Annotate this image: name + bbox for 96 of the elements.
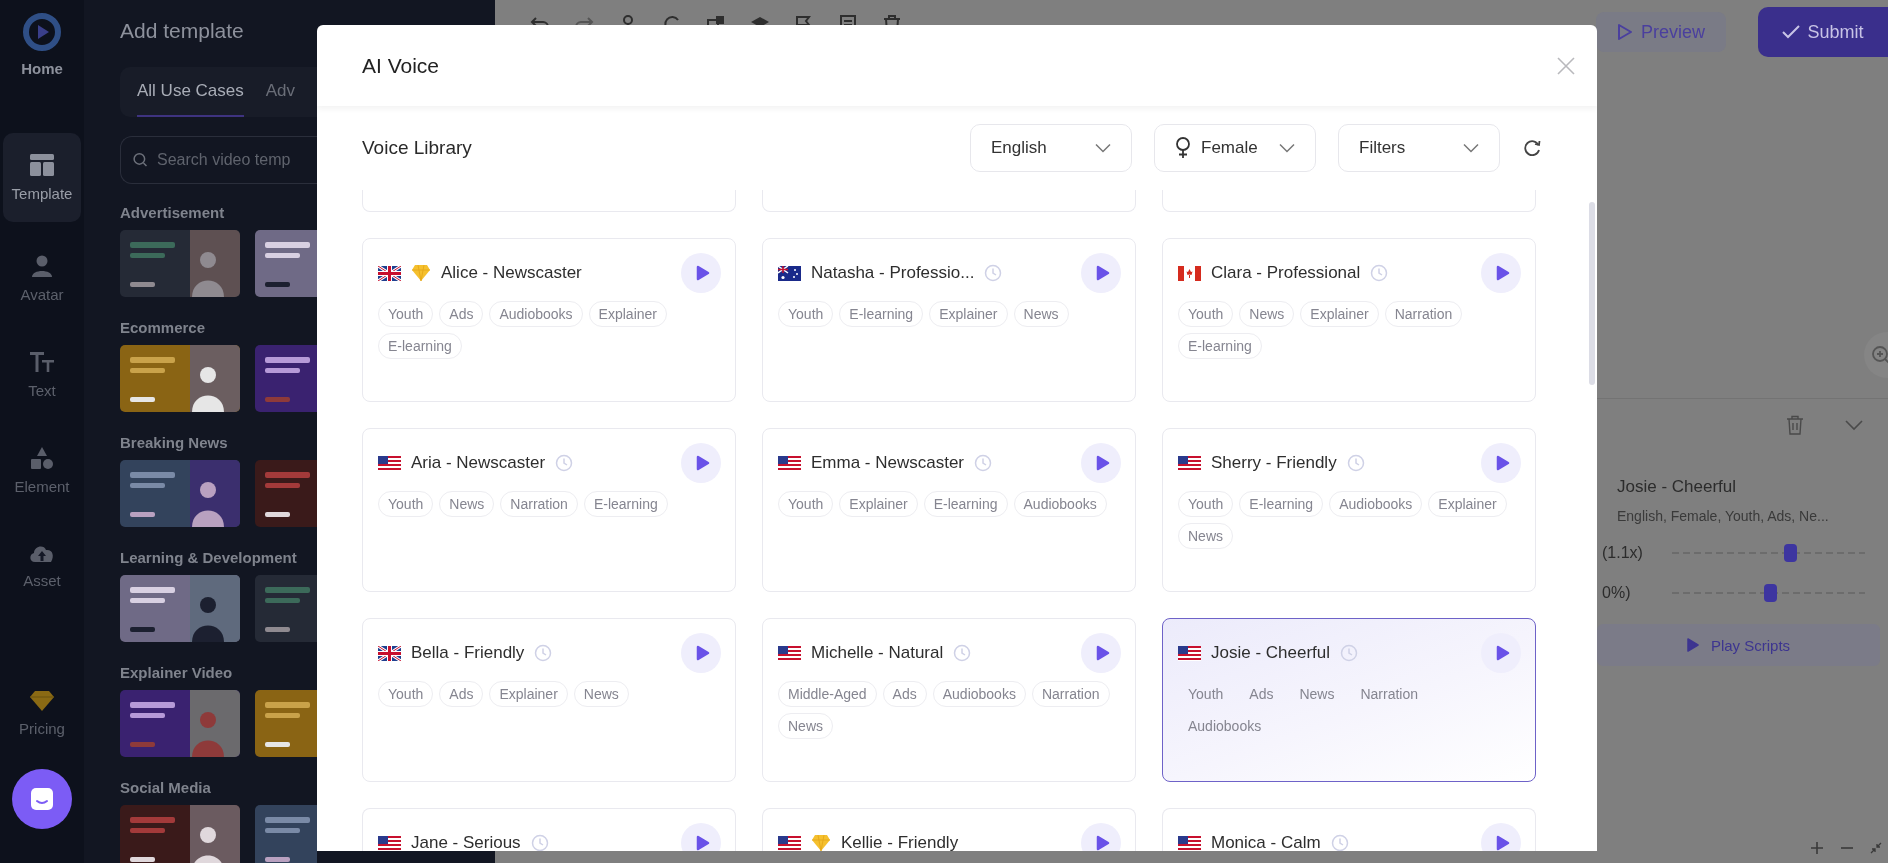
chat-icon <box>28 785 56 813</box>
voice-name: Natasha - Professio... <box>811 263 975 283</box>
section-title: Ecommerce <box>120 319 207 336</box>
voice-name: Josie - Cheerful <box>1211 643 1331 663</box>
category-label: Narration <box>1359 685 1420 704</box>
play-button[interactable] <box>681 823 721 851</box>
scrollbar[interactable] <box>1589 202 1595 385</box>
chevron-down-icon <box>1095 143 1111 153</box>
voice-card[interactable]: Jane - Serious <box>362 808 736 851</box>
library-title: Voice Library <box>362 137 472 159</box>
section-title: Breaking News <box>120 434 229 451</box>
category-label: Youth <box>1187 685 1225 704</box>
category-tab[interactable]: All Use Cases <box>137 67 244 117</box>
slider-handle[interactable] <box>1783 544 1797 562</box>
voice-card[interactable]: Aria - Newscaster Youth News Narration E-learning <box>362 428 736 592</box>
rail-item[interactable]: Home <box>3 12 81 77</box>
voice-name: Bella - Friendly <box>411 643 525 663</box>
voice-name: Monica - Calm <box>1211 833 1321 851</box>
play-icon <box>695 645 710 661</box>
category-label: News <box>1298 685 1336 704</box>
section-title: Social Media <box>120 779 212 796</box>
voice-name: Aria - Newscaster <box>411 453 546 473</box>
volume-label: 0%) <box>1601 584 1632 602</box>
play-icon <box>1495 455 1510 471</box>
voice-card[interactable]: Josie - Cheerful Youth Ads News Narration Audiobooks <box>1162 618 1536 782</box>
voice-name: Alice - Newscaster <box>441 263 582 283</box>
category-label: Ads <box>1248 685 1275 704</box>
play-icon <box>695 455 710 471</box>
panel-title: Add template <box>120 19 245 43</box>
person-icon <box>30 254 54 278</box>
play-button[interactable] <box>681 443 721 483</box>
play-button[interactable] <box>1481 633 1521 673</box>
text-icon <box>29 350 55 374</box>
diamond-icon <box>29 690 55 712</box>
play-icon <box>695 265 710 281</box>
play-button[interactable] <box>681 633 721 673</box>
female-icon <box>1175 137 1191 159</box>
play-icon <box>1095 455 1110 471</box>
dialog-title: AI Voice <box>362 53 440 78</box>
voice-name: Kellie - Friendly <box>841 833 959 851</box>
voice-name: Josie - Cheerful <box>1617 477 1738 497</box>
logo-icon <box>22 12 62 52</box>
refresh-icon[interactable] <box>1522 138 1542 158</box>
play-icon <box>1095 835 1110 851</box>
play-button[interactable] <box>1481 253 1521 293</box>
filter-dropdown[interactable]: Filters <box>1338 124 1500 172</box>
voice-name: Emma - Newscaster <box>811 453 965 473</box>
play-button[interactable] <box>1081 253 1121 293</box>
play-button[interactable] <box>1081 443 1121 483</box>
voice-card[interactable]: Clara - Professional Youth News Explainer Narration E-learning <box>1162 238 1536 402</box>
play-icon <box>1095 265 1110 281</box>
rail-item[interactable]: Template <box>3 133 81 222</box>
play-icon <box>1495 645 1510 661</box>
play-icon <box>1495 265 1510 281</box>
chevron-down-icon <box>1463 143 1479 153</box>
chevron-down-icon <box>1279 143 1295 153</box>
play-button[interactable] <box>681 253 721 293</box>
voice-name: Sherry - Friendly <box>1211 453 1337 473</box>
voice-card[interactable]: Emma - Newscaster Youth Explainer E-learning Audiobooks <box>762 428 1136 592</box>
voice-card[interactable]: Natasha - Professio... Youth E-learning Explainer News <box>762 238 1136 402</box>
section-title: Advertisement <box>120 204 226 221</box>
voice-card[interactable]: Monica - Calm <box>1162 808 1536 851</box>
voice-card[interactable]: Kellie - Friendly <box>762 808 1136 851</box>
play-button[interactable] <box>1481 823 1521 851</box>
play-icon <box>1686 638 1699 652</box>
voice-card[interactable]: Michelle - Natural Middle-Aged Ads Audiobooks Narration News <box>762 618 1136 782</box>
section-title: Learning & Development <box>120 549 298 566</box>
voice-name: Michelle - Natural <box>811 643 944 663</box>
zoom-in-icon <box>1870 344 1888 366</box>
chat-button[interactable] <box>12 769 72 829</box>
play-button[interactable] <box>1481 443 1521 483</box>
play-icon <box>695 835 710 851</box>
section-title: Explainer Video <box>120 664 234 681</box>
check-icon <box>1782 25 1801 39</box>
play-button[interactable] <box>1081 823 1121 851</box>
voice-name: Jane - Serious <box>411 833 521 851</box>
voice-card[interactable]: Sherry - Friendly Youth E-learning Audiobooks Explainer News <box>1162 428 1536 592</box>
voice-card[interactable]: Bella - Friendly Youth Ads Explainer News <box>362 618 736 782</box>
search-field[interactable]: Search video temp <box>120 136 317 184</box>
play-button[interactable] <box>1081 633 1121 673</box>
category-label: Audiobooks <box>1187 717 1263 736</box>
collapse-icon[interactable] <box>1870 842 1882 854</box>
voice-summary: English, Female, Youth, Ads, Ne... <box>1617 508 1830 524</box>
play-icon <box>1095 645 1110 661</box>
voice-name: Clara - Professional <box>1211 263 1361 283</box>
submit-button[interactable]: Submit <box>1758 7 1888 57</box>
template-icon <box>29 153 55 177</box>
filter-dropdown[interactable]: English <box>970 124 1132 172</box>
shapes-icon <box>30 446 54 470</box>
speed-label: (1.1x) <box>1601 544 1644 562</box>
play-icon <box>1495 835 1510 851</box>
play-icon <box>1617 23 1633 41</box>
voice-card[interactable]: Alice - Newscaster Youth Ads Audiobooks Explainer E-learning <box>362 238 736 402</box>
slider-handle[interactable] <box>1764 584 1778 602</box>
search-input[interactable]: Search video temp <box>157 151 317 169</box>
filter-dropdown[interactable]: Female <box>1154 124 1316 172</box>
